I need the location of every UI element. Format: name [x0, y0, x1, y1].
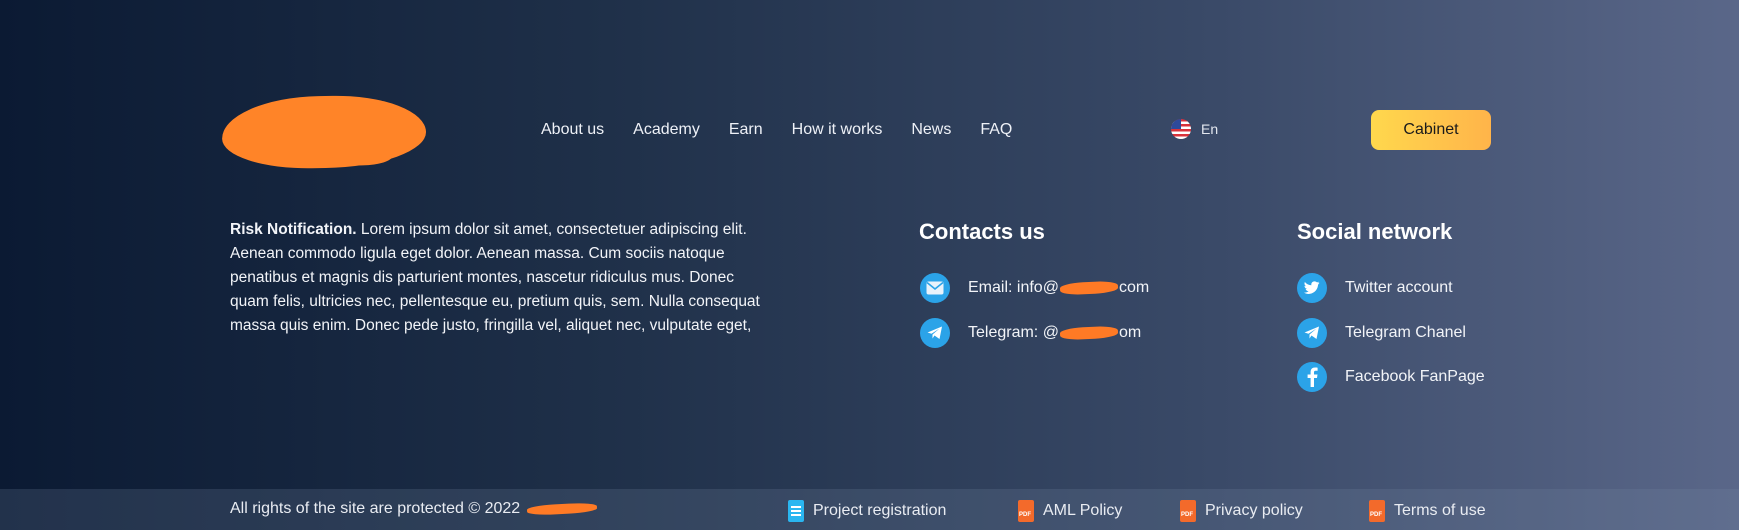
pdf-icon [1180, 500, 1196, 522]
telegram-channel-label: Telegram Chanel [1345, 324, 1466, 341]
pdf-icon [1369, 500, 1385, 522]
twitter-icon [1297, 273, 1327, 303]
cabinet-button[interactable]: Cabinet [1371, 110, 1491, 150]
language-selector[interactable]: En [1171, 119, 1218, 139]
aml-policy-link[interactable]: AML Policy [1018, 500, 1122, 522]
nav-news[interactable]: News [911, 118, 951, 142]
us-flag-icon [1171, 119, 1191, 139]
email-text: Email: info@ com [968, 279, 1150, 296]
mail-icon [920, 273, 950, 303]
nav-about-us[interactable]: About us [541, 118, 604, 142]
copyright: All rights of the site are protected © 2… [230, 500, 598, 518]
terms-of-use-link[interactable]: Terms of use [1369, 500, 1486, 522]
telegram-text: Telegram: @ om [968, 324, 1142, 341]
nav-faq[interactable]: FAQ [980, 118, 1012, 142]
social-title: Social network [1297, 219, 1453, 244]
logo-redacted[interactable] [221, 94, 427, 170]
contacts-title: Contacts us [919, 219, 1045, 244]
pdf-icon [1018, 500, 1034, 522]
project-registration-link[interactable]: Project registration [788, 500, 946, 522]
telegram-icon [1297, 318, 1327, 348]
social-twitter[interactable]: Twitter account [1297, 273, 1453, 303]
aml-policy-label: AML Policy [1043, 502, 1123, 519]
privacy-policy-link[interactable]: Privacy policy [1180, 500, 1303, 522]
social-telegram[interactable]: Telegram Chanel [1297, 318, 1466, 348]
nav-how-it-works[interactable]: How it works [792, 118, 883, 142]
twitter-label: Twitter account [1345, 279, 1453, 296]
copyright-redaction [526, 502, 598, 516]
risk-title: Risk Notification. [230, 221, 357, 238]
language-label: En [1201, 121, 1219, 137]
document-icon [788, 500, 804, 522]
telegram-redaction [1059, 325, 1119, 341]
contact-telegram[interactable]: Telegram: @ om [920, 318, 1141, 348]
nav-earn[interactable]: Earn [729, 118, 763, 142]
main-nav: About us Academy Earn How it works News … [541, 118, 1041, 142]
nav-academy[interactable]: Academy [633, 118, 700, 142]
email-redaction [1059, 280, 1119, 296]
contact-email[interactable]: Email: info@ com [920, 273, 1149, 303]
terms-of-use-label: Terms of use [1394, 502, 1486, 519]
risk-notification: Risk Notification. Lorem ipsum dolor sit… [230, 218, 770, 338]
telegram-icon [920, 318, 950, 348]
project-registration-label: Project registration [813, 502, 947, 519]
facebook-icon [1297, 362, 1327, 392]
facebook-label: Facebook FanPage [1345, 368, 1485, 385]
social-facebook[interactable]: Facebook FanPage [1297, 362, 1485, 392]
copyright-text: All rights of the site are protected © 2… [230, 500, 521, 517]
privacy-policy-label: Privacy policy [1205, 502, 1303, 519]
